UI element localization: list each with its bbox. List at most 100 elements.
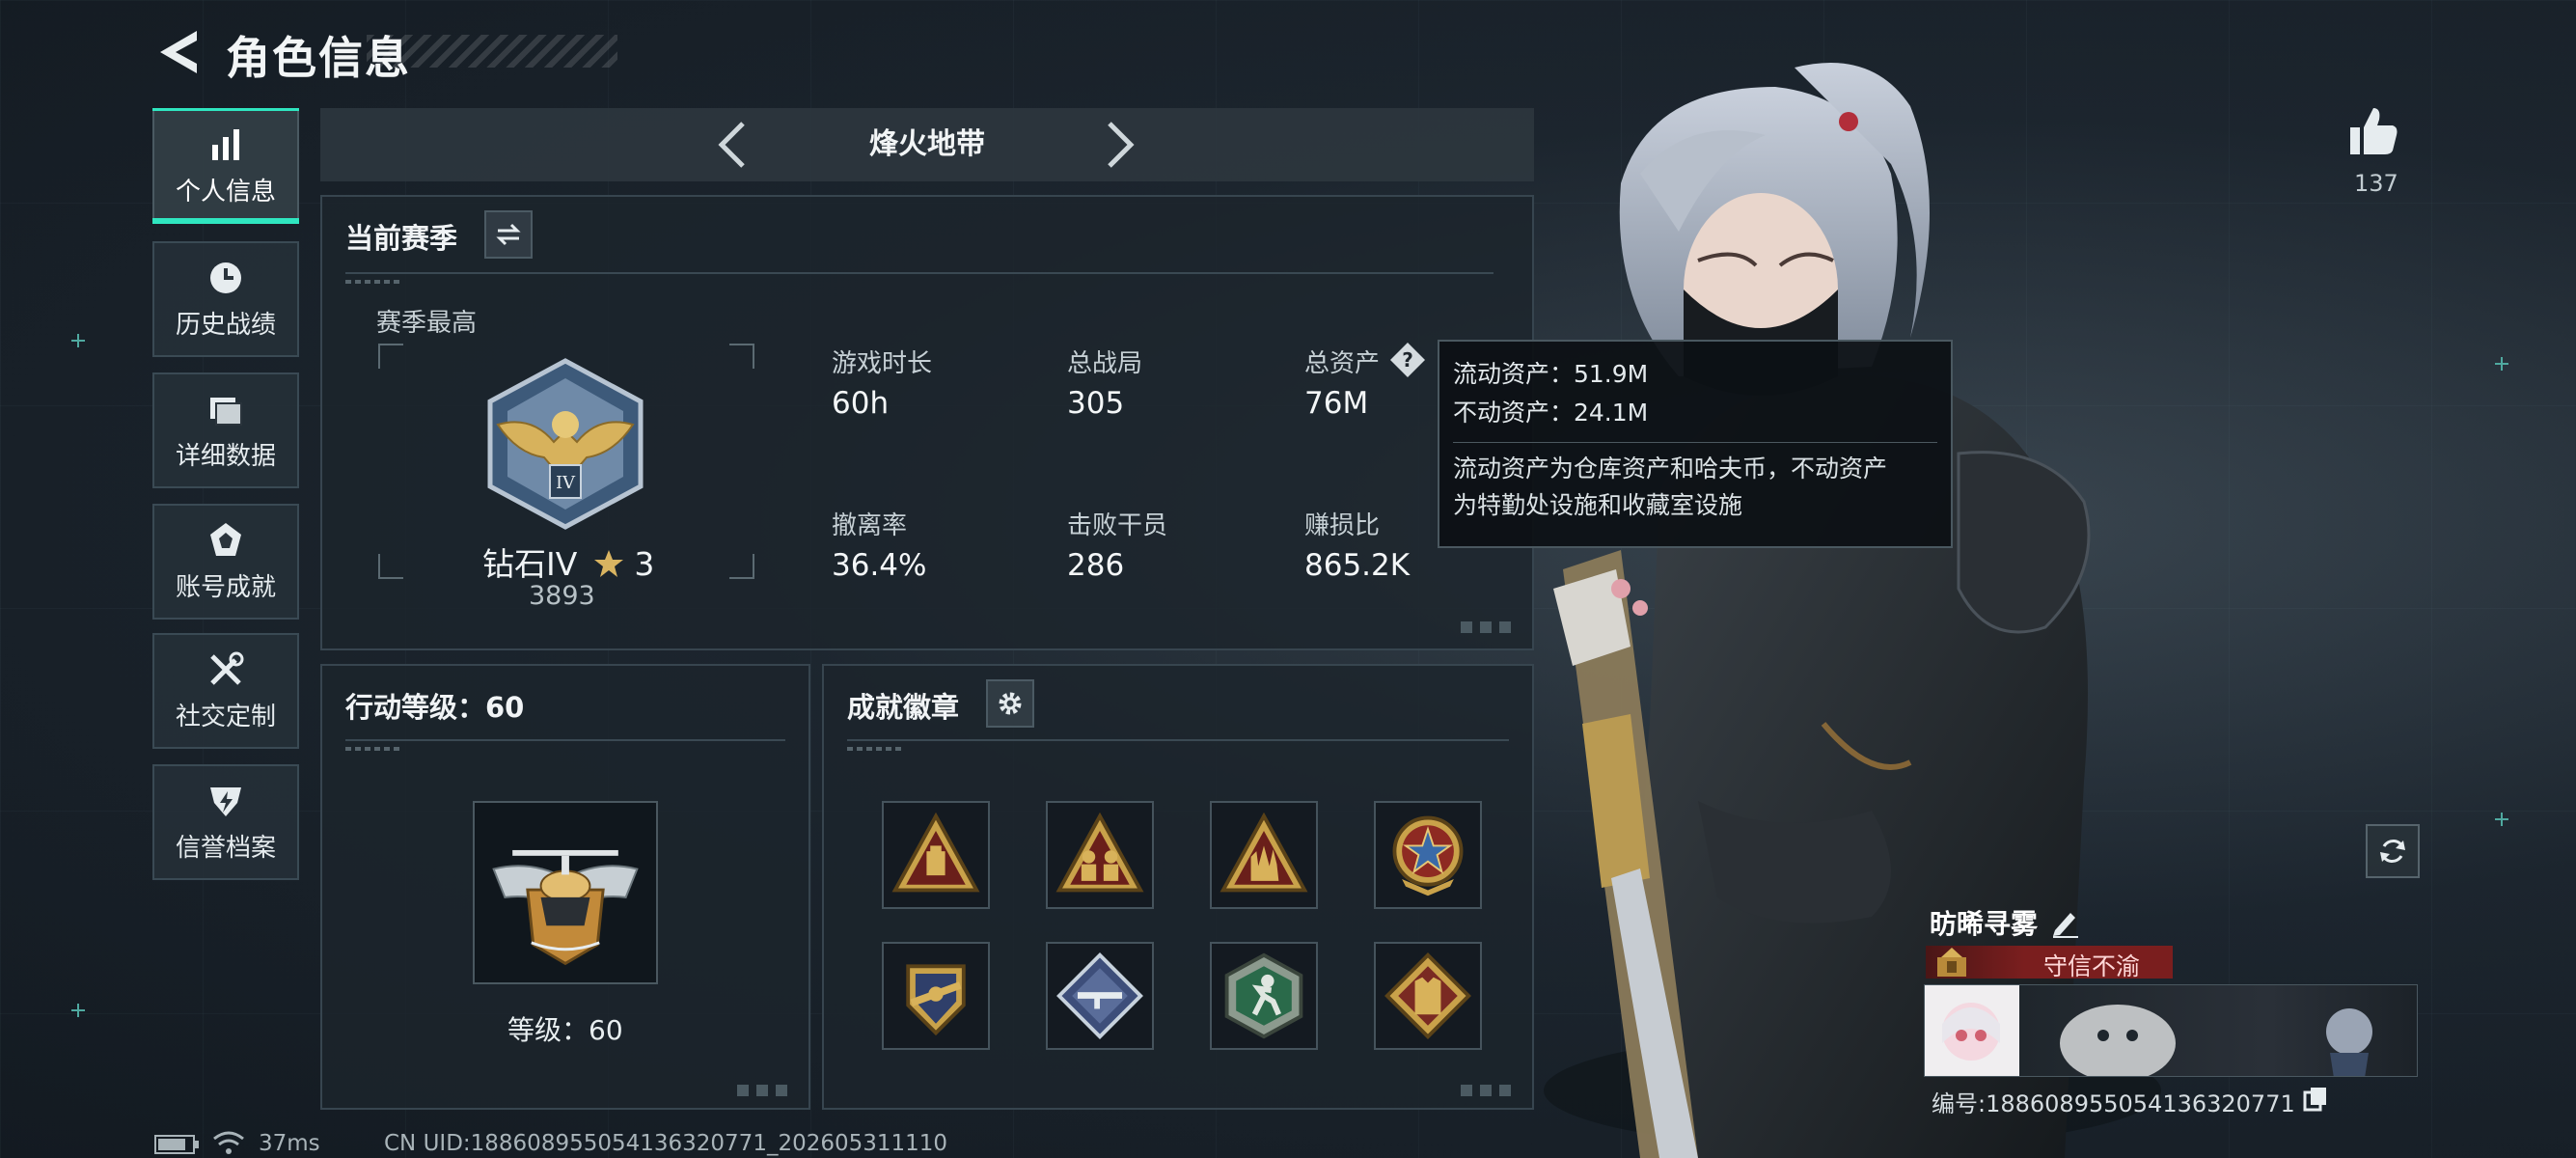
nav-item-achievements[interactable]: 账号成就 xyxy=(152,504,299,620)
nav-label: 信誉档案 xyxy=(175,833,276,863)
section-divider xyxy=(345,739,785,741)
thumbs-up-icon xyxy=(2350,108,2398,154)
level-text: 等级：60 xyxy=(507,1014,623,1046)
tooltip-fixed-assets: 不动资产：24.1M xyxy=(1453,399,1649,427)
badge-settings-button[interactable] xyxy=(986,679,1034,728)
rank-name: 钻石IV xyxy=(482,545,578,583)
game-mode-title: 烽火地带 xyxy=(869,127,985,161)
badge-backpack-icon[interactable] xyxy=(882,801,990,909)
ping-text: 37ms xyxy=(259,1131,320,1156)
player-avatar-banner xyxy=(1942,1003,2372,1076)
player-name: 昉晞寻雾 xyxy=(1930,908,2039,940)
hud-mark xyxy=(2495,813,2508,826)
stat-value-total-assets: 76M xyxy=(1304,386,1369,421)
stat-label-total-assets: 总资产 xyxy=(1304,349,1381,378)
nav-label: 社交定制 xyxy=(175,702,276,731)
reputation-text: 守信不渝 xyxy=(2043,952,2141,980)
back-arrow-icon xyxy=(160,31,197,73)
assets-tooltip: 流动资产：51.9M 不动资产：24.1M 流动资产为仓库资产和哈夫币，不动资产… xyxy=(1438,340,1953,548)
chevron-right-icon xyxy=(1108,122,1135,168)
player-card-strip xyxy=(1924,984,2418,1077)
gear-icon xyxy=(999,692,1022,715)
folder-icon xyxy=(206,390,245,428)
star-icon xyxy=(593,550,623,577)
helicopter-emblem-icon xyxy=(492,849,639,966)
refresh-icon xyxy=(2380,840,2405,863)
badge-rifle-icon[interactable] xyxy=(882,942,990,1050)
wifi-icon xyxy=(212,1131,245,1156)
nav-label: 详细数据 xyxy=(175,441,276,471)
edit-name-button[interactable] xyxy=(2049,905,2082,938)
battery-icon xyxy=(154,1135,201,1154)
copy-icon xyxy=(2303,1088,2326,1112)
badge-vest-icon[interactable] xyxy=(1374,942,1482,1050)
bar-chart-icon xyxy=(206,125,245,164)
switch-season-button[interactable] xyxy=(484,210,533,259)
hud-mark xyxy=(2495,357,2508,371)
nav-item-reputation[interactable]: 信誉档案 xyxy=(152,764,299,880)
section-divider xyxy=(345,272,1494,274)
back-button[interactable] xyxy=(154,27,203,77)
nav-label: 历史战绩 xyxy=(175,310,276,340)
tooltip-liquid-assets: 流动资产：51.9M xyxy=(1453,360,1649,388)
prev-mode-button[interactable] xyxy=(706,118,760,172)
swap-icon xyxy=(496,223,521,246)
achievement-icon xyxy=(206,521,245,560)
stat-value-operators-defeated: 286 xyxy=(1067,548,1125,583)
title-decoration xyxy=(367,35,617,68)
like-button[interactable] xyxy=(2346,104,2400,158)
stat-value-extraction-rate: 36.4% xyxy=(832,548,927,583)
clock-icon xyxy=(206,259,245,297)
rank-stars: 3 xyxy=(634,545,655,583)
tools-icon xyxy=(206,650,245,689)
player-id: 编号:18860895505413632077​1 xyxy=(1932,1090,2295,1117)
stat-value-profit-ratio: 865.2K xyxy=(1304,548,1411,583)
nav-label: 账号成就 xyxy=(175,572,276,602)
stat-label-profit-ratio: 赚损比 xyxy=(1304,511,1381,540)
rank-name-row: 钻石IV 3 xyxy=(482,538,654,585)
badge-star-icon[interactable] xyxy=(1374,801,1482,909)
stat-label-playtime: 游戏时长 xyxy=(832,349,933,378)
badge-squad-icon[interactable] xyxy=(1046,801,1154,909)
tooltip-divider xyxy=(1453,442,1937,443)
refresh-button[interactable] xyxy=(2366,824,2420,878)
panel-decoration xyxy=(737,1085,795,1096)
rank-points: 3893 xyxy=(529,581,595,611)
nav-item-personal-info[interactable]: 个人信息 xyxy=(152,108,299,224)
stat-value-playtime: 60h xyxy=(832,386,890,421)
nav-item-history[interactable]: 历史战绩 xyxy=(152,241,299,357)
section-divider xyxy=(847,739,1509,741)
stat-label-extraction-rate: 撤离率 xyxy=(832,511,908,540)
game-mode-bar: 烽火地带 xyxy=(320,108,1534,181)
stat-label-total-matches: 总战局 xyxy=(1067,349,1143,378)
nav-item-detailed-data[interactable]: 详细数据 xyxy=(152,372,299,488)
svg-text:IV: IV xyxy=(556,473,576,493)
season-title: 当前赛季 xyxy=(345,222,458,255)
assets-help-button[interactable]: ? xyxy=(1389,342,1426,378)
copy-id-button[interactable] xyxy=(2302,1085,2329,1112)
svg-text:?: ? xyxy=(1402,348,1413,372)
badges-title: 成就徽章 xyxy=(847,691,960,724)
level-emblem xyxy=(473,801,658,984)
nav-label: 个人信息 xyxy=(175,177,276,207)
season-best-label: 赛季最高 xyxy=(376,309,478,338)
next-mode-button[interactable] xyxy=(1092,118,1146,172)
chevron-left-icon xyxy=(718,122,745,168)
reputation-medal-icon xyxy=(1933,944,1970,980)
hud-mark xyxy=(71,1004,85,1017)
tooltip-description-1: 流动资产为仓库资产和哈夫币，不动资产 xyxy=(1453,455,1888,482)
hud-mark xyxy=(71,334,85,347)
stat-value-total-matches: 305 xyxy=(1067,386,1125,421)
uid-text: CN UID:18860895505413632077​1_2026053111… xyxy=(384,1131,948,1156)
likes-count: 137 xyxy=(2354,170,2398,197)
pencil-icon xyxy=(2053,913,2078,938)
badge-runner-icon[interactable] xyxy=(1210,942,1318,1050)
badge-gun-icon[interactable] xyxy=(1046,942,1154,1050)
rank-emblem-icon: IV xyxy=(487,358,644,530)
nav-item-social-custom[interactable]: 社交定制 xyxy=(152,633,299,749)
action-level-title: 行动等级：60 xyxy=(345,691,525,724)
badge-hand-icon[interactable] xyxy=(1210,801,1318,909)
question-icon: ? xyxy=(1390,343,1425,377)
stat-label-operators-defeated: 击败干员 xyxy=(1067,511,1168,540)
tooltip-description-2: 为特勤处设施和收藏室设施 xyxy=(1453,491,1743,519)
